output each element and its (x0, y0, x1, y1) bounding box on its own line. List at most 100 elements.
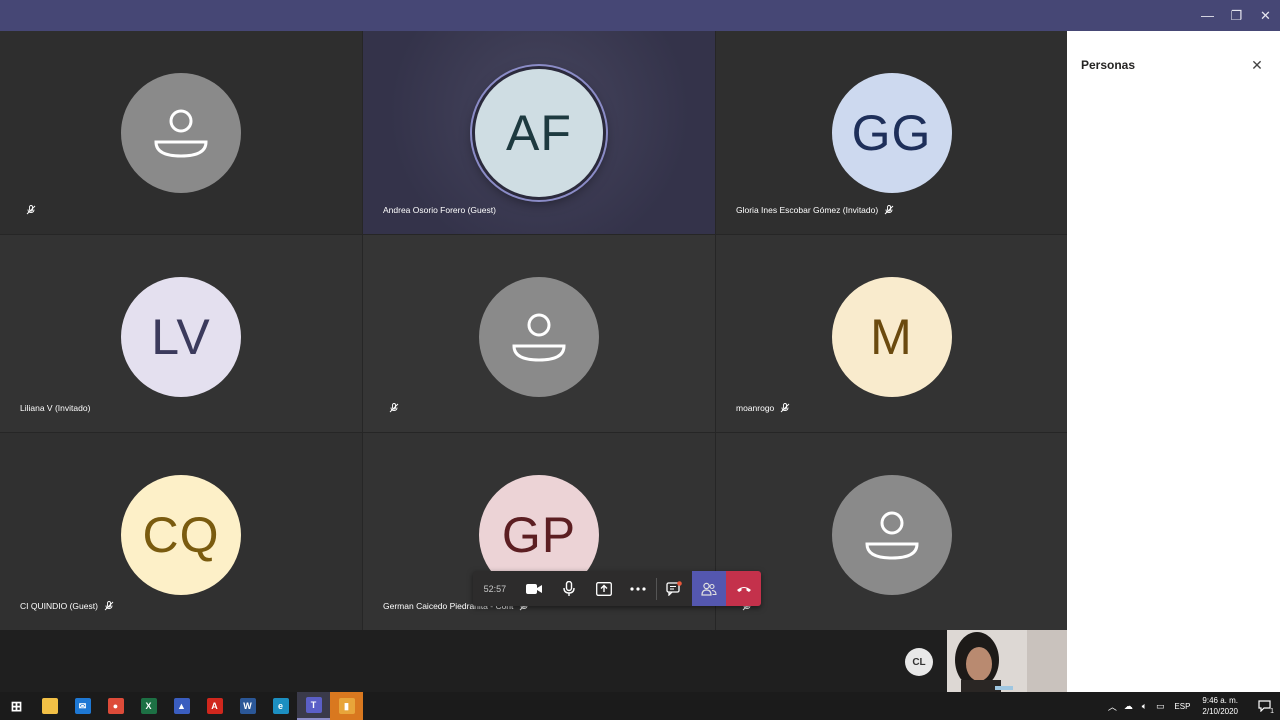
participant-label: Andrea Osorio Forero (Guest) (383, 205, 496, 215)
notification-count: 1 (1270, 708, 1274, 715)
restore-button[interactable]: ❐ (1222, 0, 1251, 31)
acrobat-icon: A (206, 698, 223, 714)
taskbar-app-app[interactable]: ▲ (165, 692, 198, 720)
share-screen-icon (595, 581, 612, 596)
muted-mic-icon (26, 205, 36, 215)
avatar-initials: GG (851, 105, 932, 161)
volume-icon[interactable]: 🔈︎ (1136, 701, 1152, 712)
participant-tile[interactable]: CQ CI QUINDIO (Guest) (0, 433, 362, 630)
video-grid: AF Andrea Osorio Forero (Guest) GG Gloria I… (0, 31, 1067, 630)
hang-up-icon (736, 586, 751, 592)
clock[interactable]: 9:46 a. m. 2/10/2020 (1196, 695, 1248, 717)
people-button[interactable] (691, 571, 727, 606)
self-video-image (947, 630, 1067, 692)
taskbar-app-excel[interactable]: X (132, 692, 165, 720)
participant-avatar (121, 73, 241, 193)
mail-icon: ✉ (74, 698, 91, 714)
microphone-icon (563, 580, 575, 596)
chat-icon (666, 581, 682, 596)
participant-avatar: AF (475, 69, 603, 197)
participant-name: Andrea Osorio Forero (Guest) (383, 205, 496, 215)
language-indicator[interactable]: ESP (1168, 702, 1196, 711)
excel-icon: X (140, 698, 157, 714)
participant-tile[interactable]: AF Andrea Osorio Forero (Guest) (363, 31, 715, 234)
start-icon: ⊞ (10, 697, 23, 714)
chevron-up-icon[interactable]: ︿ (1104, 700, 1120, 713)
taskbar-app-acrobat[interactable]: A (198, 692, 231, 720)
default-person-icon (154, 109, 208, 158)
taskbar-app-start[interactable]: ⊞ (0, 692, 33, 720)
close-window-button[interactable]: ✕ (1251, 0, 1280, 31)
call-timer: 52:57 (483, 583, 507, 594)
notifications-button[interactable]: 1 (1248, 692, 1280, 720)
taskbar-app-edge[interactable]: e (264, 692, 297, 720)
taskbar-app-teams[interactable]: T (297, 692, 330, 720)
chat-button[interactable] (657, 571, 692, 606)
more-icon (630, 586, 646, 591)
participant-avatar (831, 475, 952, 595)
self-avatar-badge[interactable]: CL (905, 648, 933, 676)
participant-avatar: M (831, 277, 952, 397)
participant-tile[interactable]: Mmoanrogo (716, 235, 1067, 432)
avatar-initials: LV (151, 309, 211, 365)
video-icon (526, 583, 543, 594)
participant-label (383, 403, 399, 413)
default-person-icon (512, 313, 566, 362)
participant-label: moanrogo (736, 403, 790, 413)
avatar-initials: AF (506, 105, 572, 161)
participant-name: CI QUINDIO (Guest) (20, 601, 98, 611)
taskbar-app-mail[interactable]: ✉ (66, 692, 99, 720)
video-button[interactable] (517, 571, 552, 606)
taskbar-app-chrome[interactable]: ● (99, 692, 132, 720)
system-tray: ︿ ☁ 🔈︎ ▭ ESP 9:46 a. m. 2/10/2020 1 (1104, 692, 1280, 720)
cloud-icon[interactable]: ☁ (1120, 701, 1136, 712)
participant-avatar: LV (121, 277, 241, 397)
app-icon: ▲ (173, 698, 190, 714)
hang-up-button[interactable] (726, 571, 762, 606)
clock-time: 9:46 a. m. (1202, 696, 1238, 705)
word-icon: W (239, 698, 256, 714)
participant-name: moanrogo (736, 403, 775, 413)
taskbar-app-app2[interactable]: ▮ (330, 692, 363, 720)
windows-taskbar: ⊞ ✉ ● X ▲ A We T ▮ ︿ ☁ 🔈︎ ▭ ESP 9:46 a. m. 2/10/… (0, 692, 1280, 720)
clock-date: 2/10/2020 (1202, 707, 1238, 716)
taskbar-app-file-explorer[interactable] (33, 692, 66, 720)
participant-avatar: CQ (121, 475, 241, 595)
share-screen-button[interactable] (586, 571, 621, 606)
minimize-button[interactable]: — (1193, 0, 1222, 31)
participant-label: Liliana V (Invitado) (20, 403, 90, 413)
muted-mic-icon (104, 601, 114, 611)
title-bar: — ❐ ✕ (0, 0, 1280, 31)
avatar-initials: M (870, 309, 913, 365)
avatar-initials: GP (501, 507, 577, 563)
avatar-initials: CQ (142, 507, 220, 563)
teams-icon: T (305, 697, 322, 713)
participant-name: Liliana V (Invitado) (20, 403, 91, 413)
participant-tile[interactable]: GG Gloria Ines Escobar Gómez (Invitado) (716, 31, 1067, 234)
more-button[interactable] (621, 571, 656, 606)
participant-tile[interactable] (716, 433, 1067, 630)
muted-mic-icon (884, 205, 894, 215)
people-icon (701, 582, 717, 596)
file-explorer-icon (41, 698, 58, 714)
participant-label: Gloria Ines Escobar Gómez (Invitado) (736, 205, 894, 215)
edge-icon: e (272, 698, 289, 714)
participant-label (20, 205, 36, 215)
default-person-icon (864, 511, 919, 560)
network-icon[interactable]: ▭ (1152, 701, 1168, 712)
chrome-icon: ● (107, 698, 124, 714)
app2-icon: ▮ (338, 698, 355, 714)
participant-avatar: GG (831, 73, 952, 193)
panel-close-button[interactable]: ✕ (1247, 55, 1267, 75)
participant-tile[interactable]: LV Liliana V (Invitado) (0, 235, 362, 432)
participant-tile[interactable] (363, 235, 715, 432)
taskbar-app-word[interactable]: W (231, 692, 264, 720)
microphone-button[interactable] (551, 571, 586, 606)
participant-avatar (479, 277, 599, 397)
call-controls: 52:57 (473, 571, 762, 606)
participant-name: Gloria Ines Escobar Gómez (Invitado) (736, 205, 879, 215)
participant-tile[interactable] (0, 31, 362, 234)
notification-icon (1257, 700, 1271, 712)
self-video-preview[interactable] (947, 630, 1067, 692)
panel-title: Personas (1081, 58, 1136, 72)
